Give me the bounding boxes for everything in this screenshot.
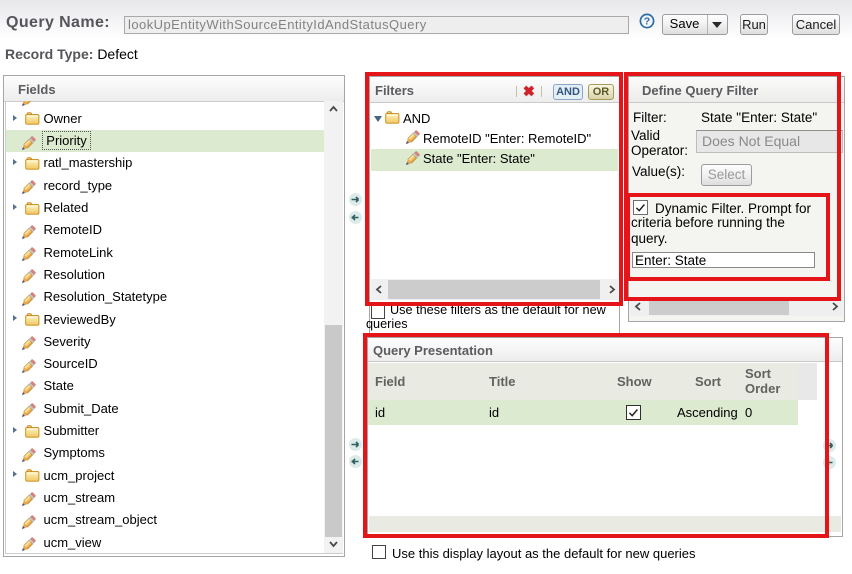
svg-text:?: ? bbox=[644, 16, 650, 28]
